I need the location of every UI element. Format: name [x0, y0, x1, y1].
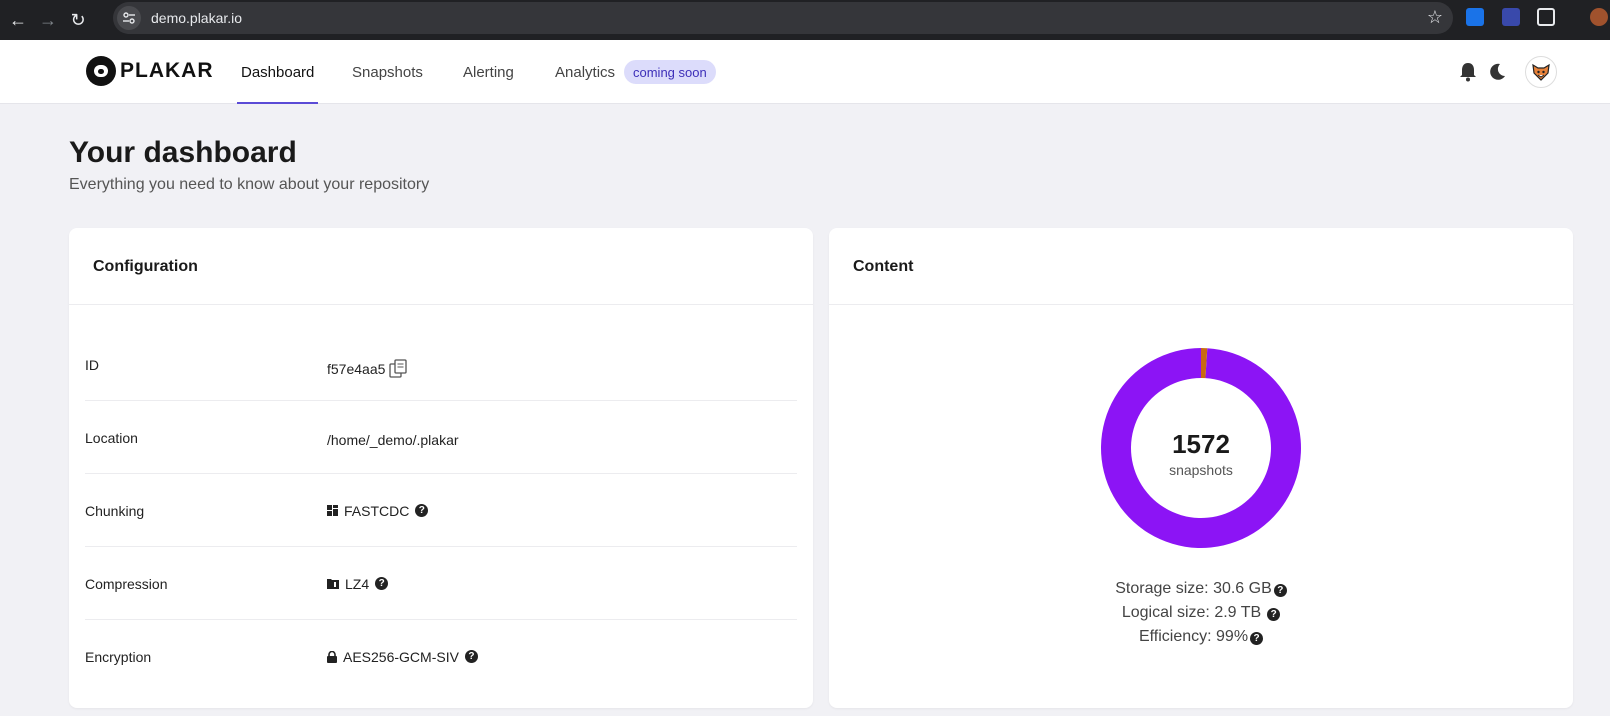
- forward-icon[interactable]: →: [36, 8, 60, 32]
- reload-icon[interactable]: ↻: [66, 8, 90, 32]
- encryption-value: AES256-GCM-SIV: [343, 648, 459, 665]
- puzzle-extensions-icon[interactable]: [1537, 8, 1555, 26]
- tab-alerting[interactable]: Alerting: [463, 40, 514, 104]
- browser-toolbar: ← → ↻ demo.plakar.io ☆: [0, 0, 1610, 40]
- help-icon[interactable]: ?: [464, 650, 478, 663]
- url-text[interactable]: demo.plakar.io: [151, 10, 242, 26]
- tab-dashboard[interactable]: Dashboard: [236, 40, 319, 104]
- config-row-chunking: Chunking FASTCDC ?: [85, 474, 797, 547]
- coming-soon-badge: coming soon: [624, 60, 716, 84]
- app-header: PLAKAR Dashboard Snapshots Alerting Anal…: [0, 40, 1610, 104]
- help-icon[interactable]: ?: [1273, 584, 1287, 597]
- configuration-card: Configuration ID f57e4aa5 Location /home…: [69, 228, 813, 708]
- bookmark-star-icon[interactable]: ☆: [1427, 7, 1443, 28]
- logical-size-text: Logical size: 2.9 TB: [1121, 604, 1262, 621]
- config-row-location: Location /home/_demo/.plakar: [85, 401, 797, 474]
- help-icon[interactable]: ?: [1250, 632, 1264, 645]
- help-icon[interactable]: ?: [375, 577, 389, 590]
- location-label: Location: [85, 429, 138, 446]
- tab-analytics[interactable]: Analytics: [555, 40, 615, 104]
- copy-icon[interactable]: [389, 358, 408, 379]
- profile-avatar-icon[interactable]: [1590, 8, 1608, 26]
- help-icon[interactable]: ?: [1267, 608, 1281, 621]
- storage-size-stat: Storage size: 30.6 GB?: [829, 580, 1573, 598]
- logo-text: PLAKAR: [120, 59, 214, 82]
- extension-icon[interactable]: [1466, 8, 1484, 26]
- divider: [69, 304, 813, 305]
- config-row-encryption: Encryption AES256-GCM-SIV ?: [85, 620, 797, 693]
- id-value-container: f57e4aa5: [327, 332, 408, 405]
- plakar-logo[interactable]: PLAKAR: [86, 56, 214, 86]
- page-title: Your dashboard: [69, 136, 297, 169]
- page-subtitle: Everything you need to know about your r…: [69, 176, 430, 193]
- bell-icon[interactable]: [1459, 62, 1479, 82]
- config-row-id: ID f57e4aa5: [85, 328, 797, 401]
- dark-mode-moon-icon[interactable]: [1487, 62, 1507, 82]
- tab-snapshots[interactable]: Snapshots: [352, 40, 423, 104]
- user-avatar[interactable]: [1525, 56, 1557, 88]
- efficiency-stat: Efficiency: 99%?: [829, 628, 1573, 646]
- config-row-compression: Compression LZ4 ?: [85, 547, 797, 620]
- logical-size-stat: Logical size: 2.9 TB?: [829, 604, 1573, 622]
- location-value: /home/_demo/.plakar: [327, 431, 459, 448]
- snapshot-label: snapshots: [1169, 462, 1233, 478]
- compression-label: Compression: [85, 575, 168, 592]
- id-value: f57e4aa5: [327, 360, 386, 377]
- compression-value-container: LZ4 ?: [327, 547, 389, 620]
- lock-icon: [327, 650, 337, 663]
- archive-folder-icon: [327, 578, 339, 589]
- compression-value: LZ4: [345, 575, 370, 592]
- divider: [829, 304, 1573, 305]
- configuration-title: Configuration: [93, 258, 198, 275]
- efficiency-text: Efficiency: 99%: [1138, 628, 1249, 645]
- encryption-value-container: AES256-GCM-SIV ?: [327, 620, 478, 693]
- site-settings-icon[interactable]: [117, 6, 141, 30]
- snapshot-donut-chart: 1572 snapshots: [1101, 348, 1301, 548]
- help-icon[interactable]: ?: [415, 504, 429, 517]
- chunking-value-container: FASTCDC ?: [327, 474, 429, 547]
- back-icon[interactable]: ←: [6, 8, 30, 32]
- chunks-icon: [327, 505, 338, 516]
- storage-size-text: Storage size: 30.6 GB: [1115, 580, 1272, 597]
- content-card: Content 1572 snapshots Storage size: 30.…: [829, 228, 1573, 708]
- snapshot-count: 1572: [1172, 429, 1230, 459]
- encryption-label: Encryption: [85, 648, 152, 665]
- chunking-label: Chunking: [85, 502, 145, 519]
- id-label: ID: [85, 356, 99, 373]
- logo-icon: [86, 56, 116, 86]
- address-bar[interactable]: demo.plakar.io ☆: [113, 2, 1453, 34]
- extension-icon[interactable]: [1502, 8, 1520, 26]
- content-title: Content: [853, 258, 914, 275]
- chunking-value: FASTCDC: [344, 502, 410, 519]
